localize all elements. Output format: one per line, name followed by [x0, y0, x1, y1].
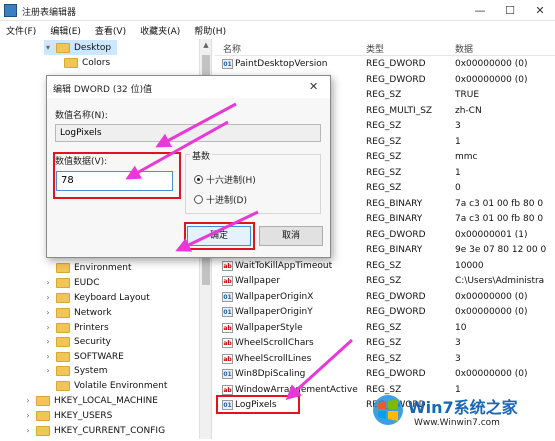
watermark-brand: Win7系统之家: [408, 398, 518, 417]
arrow-to-value-data: [125, 120, 229, 180]
arrow-to-ok-button: [175, 210, 259, 252]
arrow-to-logpixels: [285, 338, 354, 401]
watermark-url: Www.Winwin7.com: [414, 418, 500, 428]
annotation-arrows: [125, 102, 354, 401]
watermark: Win7系统之家 Www.Winwin7.com: [364, 384, 554, 438]
